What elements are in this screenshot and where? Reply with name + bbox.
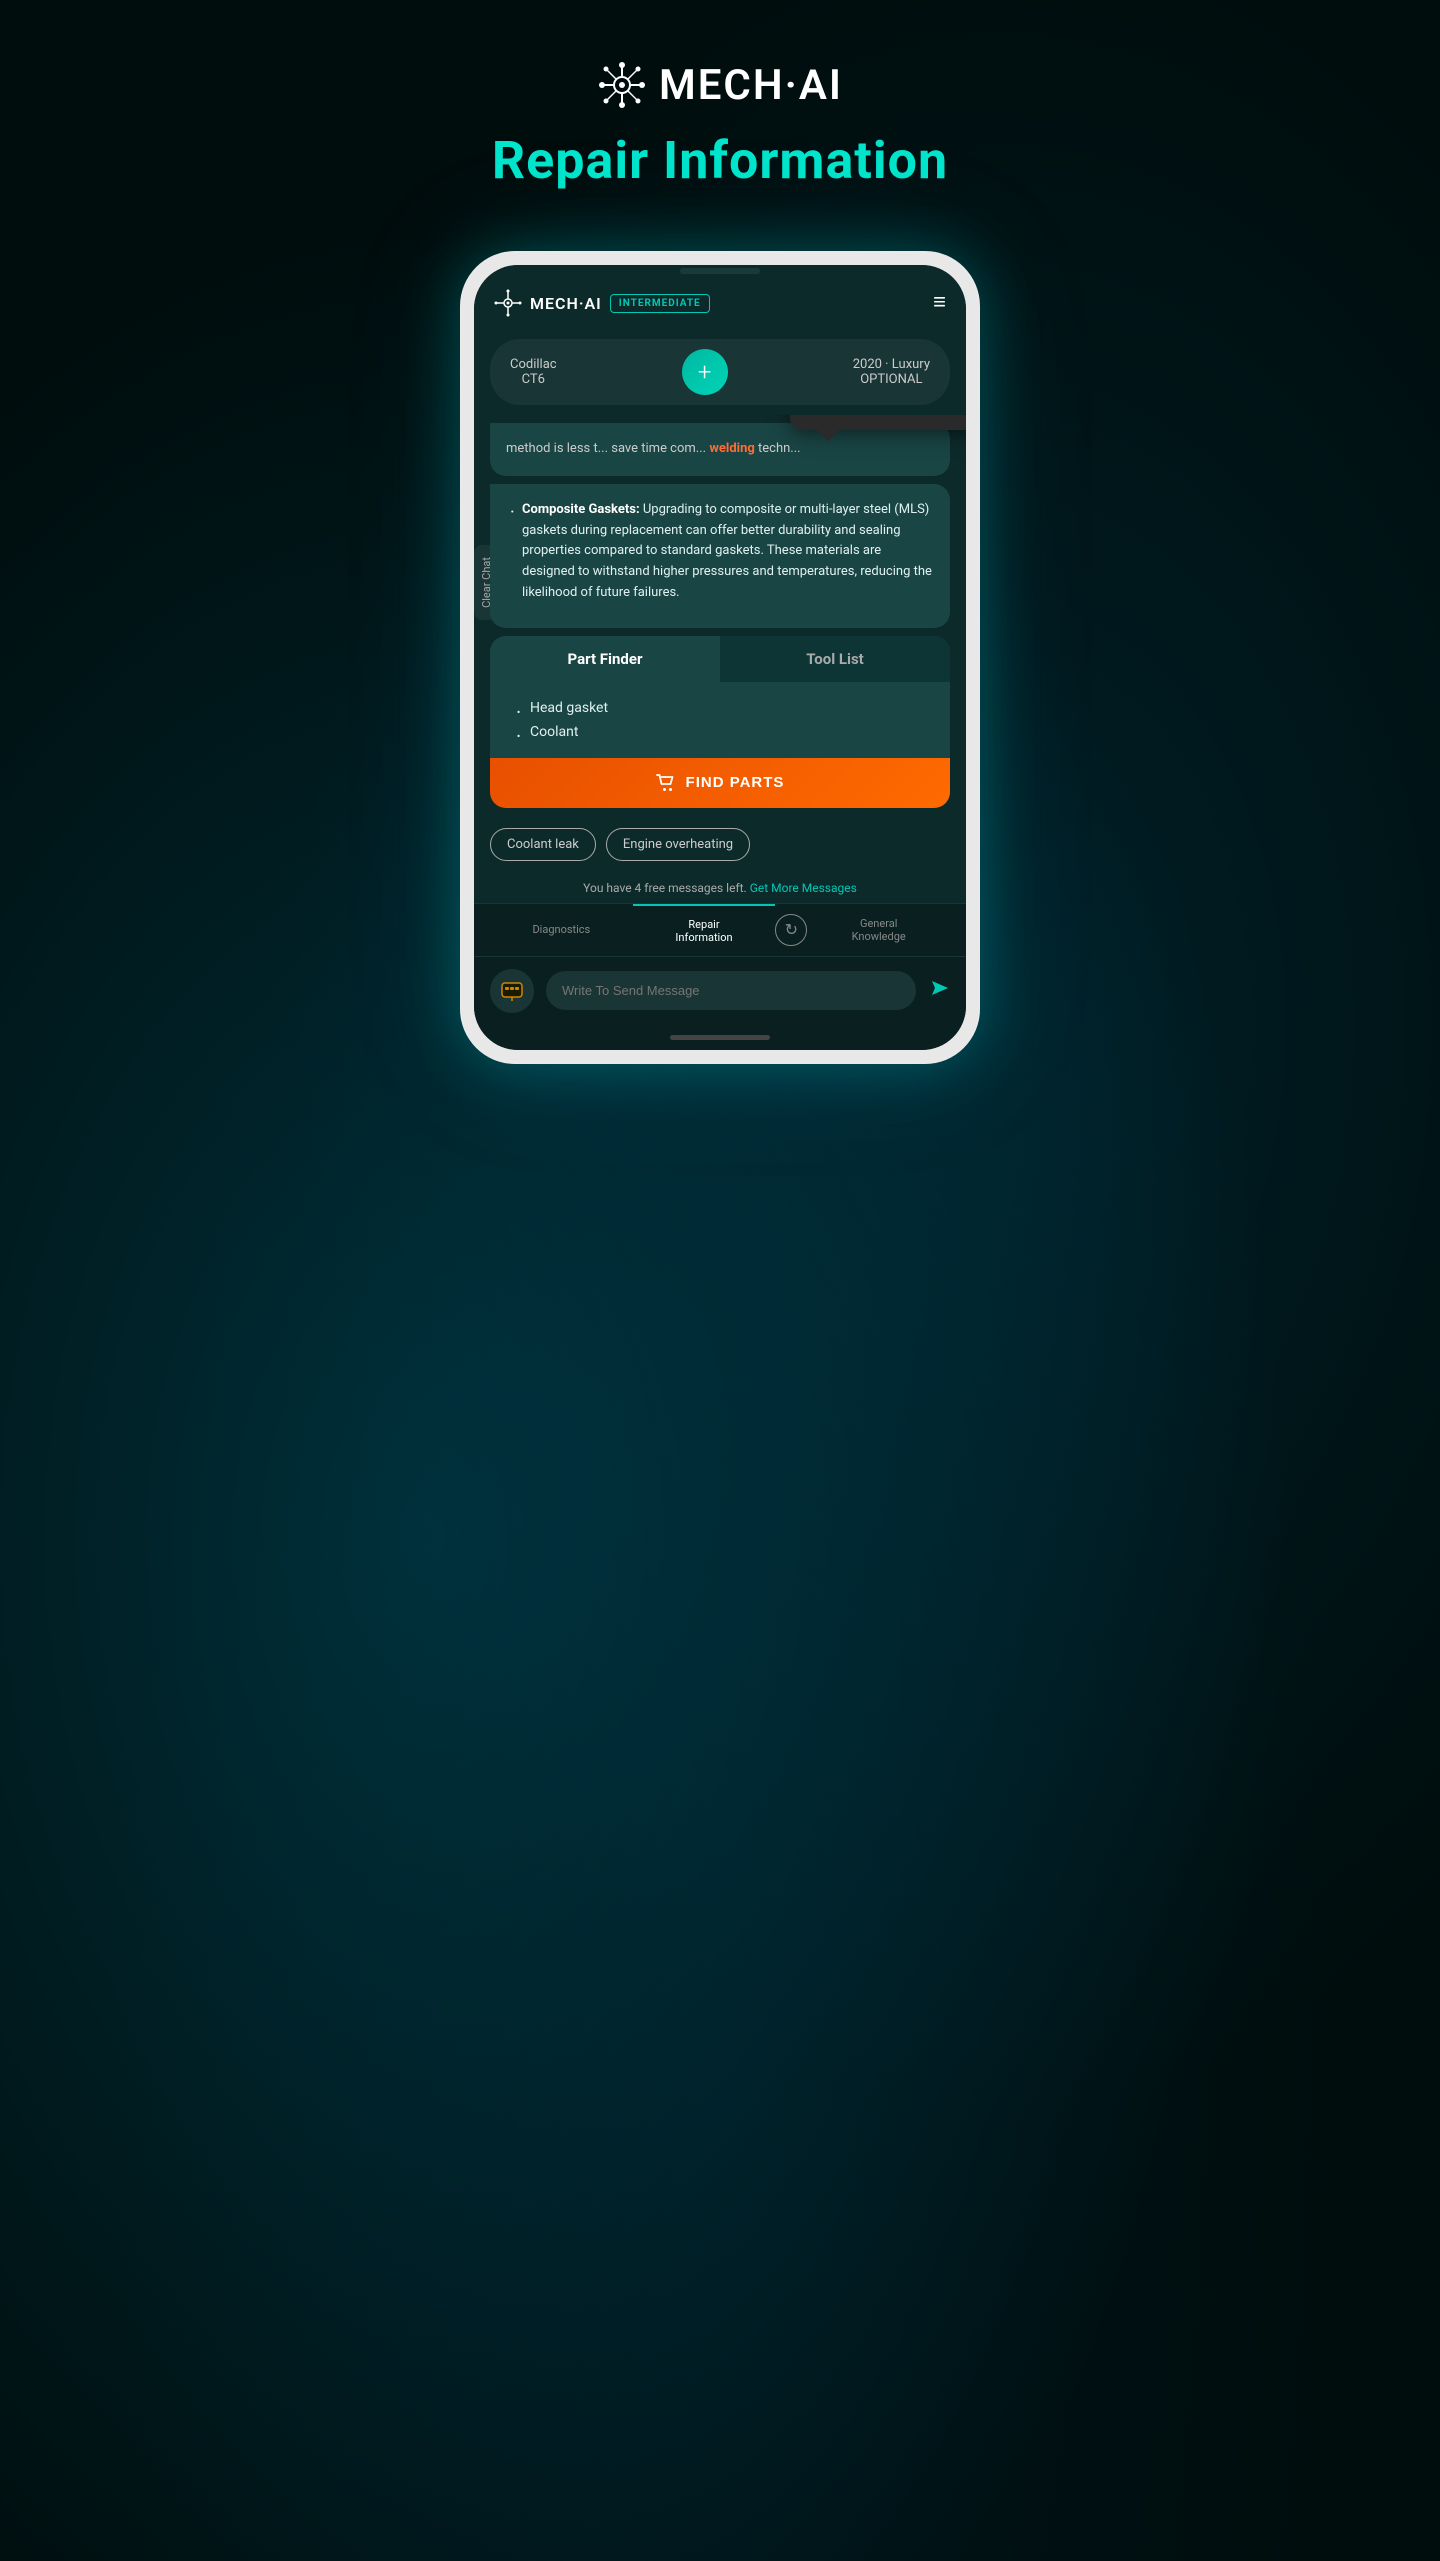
hamburger-icon[interactable]: ≡ bbox=[933, 292, 946, 314]
vehicle-make-model: Codillac CT6 bbox=[510, 357, 557, 387]
part-finder-card: Part Finder Tool List Head gasket Coolan… bbox=[490, 636, 950, 808]
home-indicator bbox=[474, 1025, 966, 1050]
chat-bubble-partial: method is less t... save time com... wel… bbox=[490, 423, 950, 476]
nav-item-repair-information[interactable]: RepairInformation bbox=[633, 904, 776, 956]
chat-bubble-composite: Composite Gaskets: Upgrading to composit… bbox=[490, 484, 950, 628]
blown-head-gasket-tooltip: Blown Head Gasket bbox=[790, 415, 966, 430]
composite-heading: Composite bbox=[522, 502, 585, 517]
message-input-field[interactable] bbox=[546, 971, 916, 1010]
suggestion-chips: Coolant leak Engine overheating bbox=[474, 816, 966, 873]
phone-mockup: MECH·AI INTERMEDIATE ≡ Codillac CT6 + 20… bbox=[460, 251, 980, 1064]
app-logo-icon bbox=[494, 289, 522, 317]
home-pill bbox=[670, 1035, 770, 1040]
message-input-bar bbox=[474, 956, 966, 1025]
send-icon bbox=[928, 977, 950, 999]
vehicle-selector[interactable]: Codillac CT6 + 2020 · Luxury OPTIONAL bbox=[490, 339, 950, 405]
app-logo-text: MECH·AI bbox=[530, 294, 602, 313]
part-item-coolant: Coolant bbox=[510, 720, 930, 744]
add-vehicle-button[interactable]: + bbox=[682, 349, 728, 395]
app-header: MECH·AI INTERMEDIATE ≡ bbox=[474, 277, 966, 329]
part-finder-tabs: Part Finder Tool List bbox=[490, 636, 950, 682]
chat-content: method is less t... save time com... wel… bbox=[474, 415, 966, 816]
refresh-button[interactable]: ↻ bbox=[775, 914, 807, 946]
top-branding: MECH·AI Repair Information bbox=[492, 60, 948, 191]
chat-bubble-with-tooltip: method is less t... save time com... wel… bbox=[490, 423, 950, 476]
tab-tool-list[interactable]: Tool List bbox=[720, 636, 950, 682]
brand-logo: MECH·AI bbox=[597, 60, 843, 110]
bottom-nav: Diagnostics RepairInformation ↻ GeneralK… bbox=[474, 903, 966, 956]
nav-item-diagnostics[interactable]: Diagnostics bbox=[490, 911, 633, 948]
get-more-messages-link[interactable]: Get More Messages bbox=[750, 881, 857, 895]
mechai-brand-icon bbox=[597, 60, 647, 110]
free-messages-bar: You have 4 free messages left. Get More … bbox=[474, 873, 966, 903]
nav-item-general-knowledge[interactable]: GeneralKnowledge bbox=[807, 905, 950, 955]
page-title: Repair Information bbox=[492, 130, 948, 191]
tab-part-finder[interactable]: Part Finder bbox=[490, 636, 720, 682]
brand-name: MECH·AI bbox=[659, 61, 843, 110]
app-logo: MECH·AI INTERMEDIATE bbox=[494, 289, 710, 317]
vehicle-year-trim: 2020 · Luxury OPTIONAL bbox=[853, 357, 930, 387]
part-item-head-gasket: Head gasket bbox=[510, 696, 930, 720]
cart-icon bbox=[656, 774, 676, 792]
send-button[interactable] bbox=[928, 977, 950, 1004]
chip-engine-overheating[interactable]: Engine overheating bbox=[606, 828, 750, 861]
badge-intermediate: INTERMEDIATE bbox=[610, 294, 710, 313]
phone-notch bbox=[474, 265, 966, 277]
obd-icon bbox=[498, 977, 526, 1005]
find-parts-button[interactable]: FIND PARTS bbox=[490, 758, 950, 808]
part-finder-content: Head gasket Coolant bbox=[490, 682, 950, 758]
chip-coolant-leak[interactable]: Coolant leak bbox=[490, 828, 596, 861]
obd-icon-button[interactable] bbox=[490, 969, 534, 1013]
